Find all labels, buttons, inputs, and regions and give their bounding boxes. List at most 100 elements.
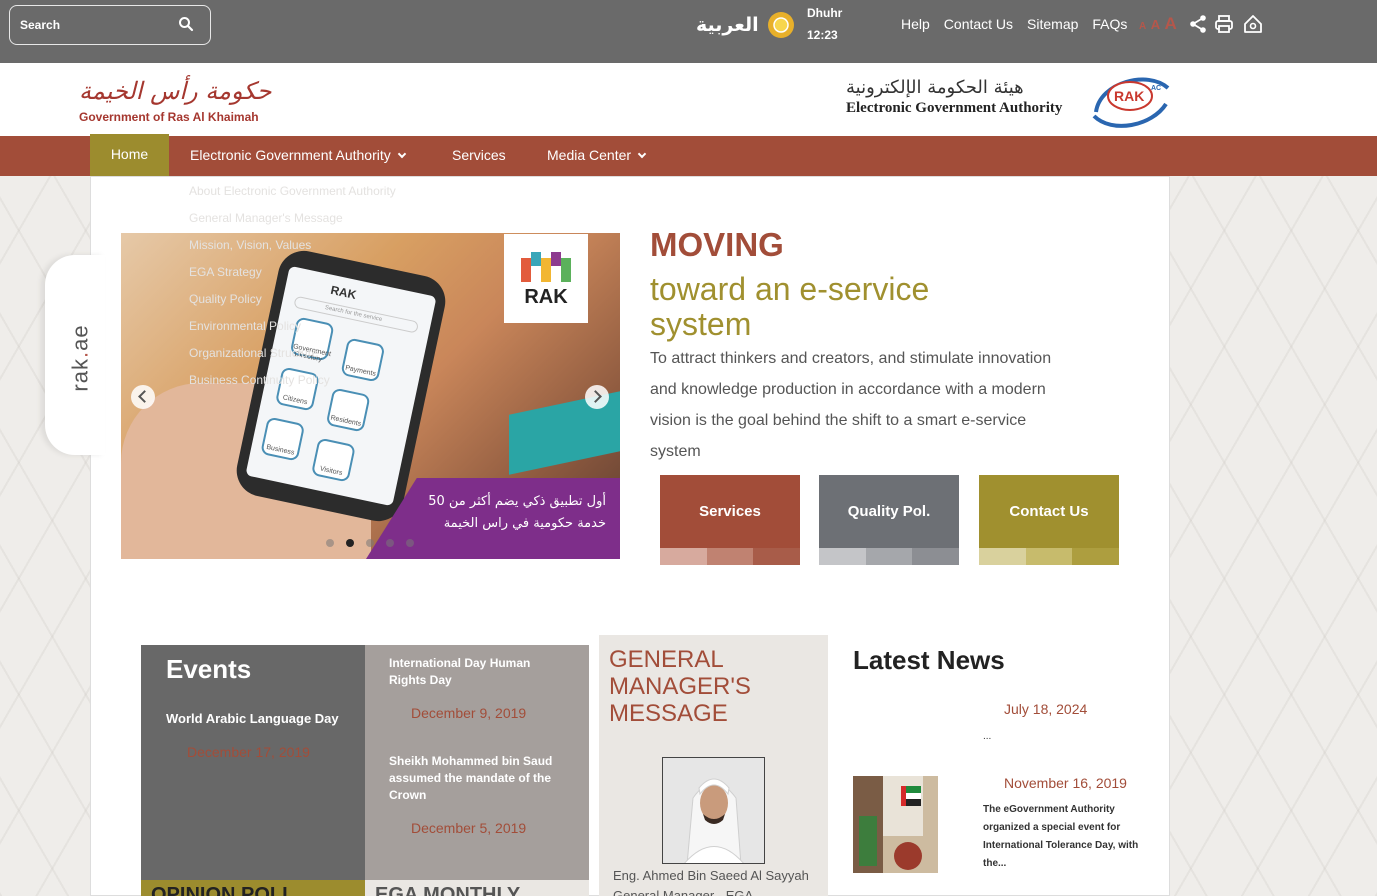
opinion-poll-tile[interactable]: OPINION POLL bbox=[141, 880, 365, 896]
hero-paragraph: To attract thinkers and creators, and st… bbox=[650, 350, 1052, 460]
nav-ega-label: Electronic Government Authority bbox=[190, 147, 391, 163]
news-item-text[interactable]: The eGovernment Authority organized a sp… bbox=[983, 801, 1143, 873]
slide-caption-line2: خدمة حكومية في راس الخيمة bbox=[443, 516, 606, 531]
ega-dropdown-menu: About Electronic Government Authority Ge… bbox=[189, 176, 436, 392]
slider-prev-button[interactable] bbox=[131, 385, 155, 409]
gm-title-line2: MANAGER'S bbox=[609, 673, 751, 700]
faqs-link[interactable]: FAQs bbox=[1092, 16, 1127, 32]
dropdown-item[interactable]: Environmental Policy bbox=[189, 319, 301, 333]
nav-services[interactable]: Services bbox=[452, 147, 506, 163]
opinion-poll-title: OPINION POLL bbox=[151, 884, 295, 896]
dropdown-item[interactable]: Organizational Structure bbox=[189, 346, 318, 360]
rak-ae-main: rak bbox=[67, 358, 93, 392]
dropdown-item[interactable]: About Electronic Government Authority bbox=[189, 184, 396, 198]
events-list-tile: International Day Human Rights Day Decem… bbox=[365, 645, 589, 880]
contact-us-link[interactable]: Contact Us bbox=[944, 16, 1013, 32]
rak-ae-side-tab[interactable]: rak.ae bbox=[45, 255, 105, 455]
ega-logo-arabic: هيئة الحكومة الإلكترونية bbox=[846, 77, 1024, 98]
gm-message-tile[interactable]: GENERAL MANAGER'S MESSAGE Eng. Ahmed Bin… bbox=[599, 635, 828, 896]
event-item-title[interactable]: Sheikh Mohammed bin Saud assumed the man… bbox=[389, 753, 569, 804]
rak-logo-english: Government of Ras Al Khaimah bbox=[79, 110, 259, 124]
dropdown-item[interactable]: EGA Strategy bbox=[189, 265, 262, 279]
gm-role: General Manager - EGA bbox=[613, 888, 754, 896]
slider-next-button[interactable] bbox=[585, 385, 609, 409]
ega-logo-text: RAK bbox=[1114, 88, 1144, 104]
app-tile: Residents bbox=[325, 387, 371, 433]
top-bar: العربية Dhuhr 12:23 Help Contact Us Site… bbox=[0, 0, 1377, 63]
font-size-large[interactable]: A bbox=[1165, 14, 1177, 33]
quality-policy-quick-button[interactable]: Quality Pol. bbox=[819, 475, 960, 565]
prayer-time: 12:23 bbox=[807, 28, 838, 42]
event-item-title[interactable]: World Arabic Language Day bbox=[166, 711, 356, 726]
contact-quick-label: Contact Us bbox=[979, 475, 1119, 548]
search-input[interactable] bbox=[20, 15, 170, 35]
logo-bar: حكومة رأس الخيمة Government of Ras Al Kh… bbox=[0, 63, 1377, 136]
button-strip bbox=[979, 548, 1120, 565]
slider-dot[interactable] bbox=[366, 539, 374, 547]
nav-media-center[interactable]: Media Center bbox=[547, 147, 647, 163]
search-icon[interactable] bbox=[178, 16, 194, 32]
font-size-medium[interactable]: A bbox=[1151, 17, 1160, 32]
event-item-date: December 17, 2019 bbox=[187, 744, 310, 760]
share-icon[interactable] bbox=[1188, 14, 1208, 34]
quality-quick-label: Quality Pol. bbox=[819, 475, 959, 548]
button-strip bbox=[660, 548, 801, 565]
rak-badge-mark bbox=[521, 252, 571, 282]
latest-news-title: Latest News bbox=[853, 645, 1005, 675]
slider-dot[interactable] bbox=[386, 539, 394, 547]
event-item-title[interactable]: International Day Human Rights Day bbox=[389, 655, 569, 689]
events-title: Events bbox=[166, 654, 252, 684]
home-icon[interactable] bbox=[1243, 14, 1263, 34]
hero-heading: MOVING bbox=[650, 226, 784, 263]
app-tile: Visitors bbox=[310, 437, 356, 483]
font-size-small[interactable]: A bbox=[1139, 21, 1146, 32]
dropdown-item[interactable]: Quality Policy bbox=[189, 292, 262, 306]
gm-message-title: GENERAL MANAGER'S MESSAGE bbox=[609, 646, 751, 727]
events-tile: Events World Arabic Language Day Decembe… bbox=[141, 645, 365, 880]
font-size-controls: A A A bbox=[1139, 14, 1177, 34]
event-item-date: December 5, 2019 bbox=[411, 820, 527, 836]
services-quick-button[interactable]: Services bbox=[660, 475, 801, 565]
ega-monthly-tile[interactable]: EGA MONTHLY bbox=[365, 880, 589, 896]
ega-logo-english: Electronic Government Authority bbox=[846, 100, 1063, 116]
search-box bbox=[9, 5, 211, 45]
rak-ae-dot: . bbox=[67, 350, 93, 359]
gm-name: Eng. Ahmed Bin Saeed Al Sayyah bbox=[613, 868, 809, 883]
nav-media-label: Media Center bbox=[547, 147, 632, 163]
gm-portrait bbox=[663, 758, 764, 863]
news-item-date: July 18, 2024 bbox=[1004, 701, 1088, 717]
dropdown-item[interactable]: General Manager's Message bbox=[189, 211, 343, 225]
dropdown-item[interactable]: Mission, Vision, Values bbox=[189, 238, 311, 252]
ega-monthly-title: EGA MONTHLY bbox=[375, 884, 521, 896]
chevron-down-icon bbox=[637, 149, 647, 159]
print-icon[interactable] bbox=[1214, 14, 1234, 34]
hero-subheading: toward an e-service system bbox=[650, 271, 930, 342]
sitemap-link[interactable]: Sitemap bbox=[1027, 16, 1078, 32]
contact-us-quick-button[interactable]: Contact Us bbox=[979, 475, 1120, 565]
nav-home[interactable]: Home bbox=[90, 134, 169, 176]
news-thumbnail-image bbox=[853, 776, 938, 873]
rak-ae-label: rak.ae bbox=[68, 324, 94, 391]
news-thumbnail[interactable] bbox=[853, 776, 938, 873]
ega-logo[interactable]: RAK AC bbox=[1090, 68, 1172, 130]
slider-dot-active[interactable] bbox=[346, 539, 354, 547]
rak-ae-end: ae bbox=[67, 324, 93, 351]
language-switch-link[interactable]: العربية bbox=[696, 14, 759, 36]
rak-logo-arabic: حكومة رأس الخيمة bbox=[79, 77, 272, 105]
gm-title-line3: MESSAGE bbox=[609, 700, 728, 727]
news-item-text[interactable]: ... bbox=[983, 728, 1143, 746]
nav-ega[interactable]: Electronic Government Authority bbox=[190, 147, 407, 163]
chevron-down-icon bbox=[397, 149, 407, 159]
slider-dot[interactable] bbox=[406, 539, 414, 547]
slide-caption-line1: أول تطبيق ذكي يضم أكثر من 50 bbox=[428, 494, 606, 509]
main-nav: Home Electronic Government Authority Ser… bbox=[0, 134, 1377, 176]
help-link[interactable]: Help bbox=[901, 16, 930, 32]
gm-title-line1: GENERAL bbox=[609, 646, 724, 673]
button-strip bbox=[819, 548, 960, 565]
slider-dot[interactable] bbox=[326, 539, 334, 547]
rak-badge: RAK bbox=[504, 234, 588, 323]
prayer-name: Dhuhr bbox=[807, 6, 843, 20]
event-item-date: December 9, 2019 bbox=[411, 705, 527, 721]
dropdown-item[interactable]: Business Continuity Policy bbox=[189, 373, 330, 387]
slider-dots bbox=[326, 539, 414, 547]
